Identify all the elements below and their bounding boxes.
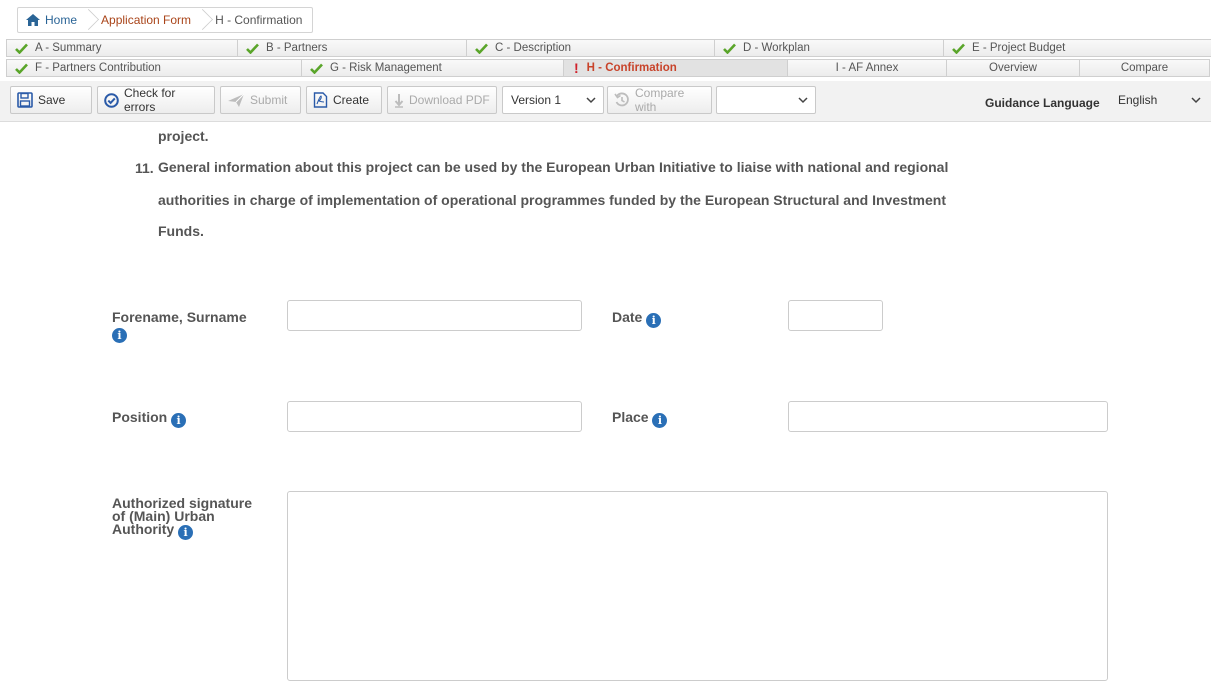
tab-overview[interactable]: Overview (946, 59, 1080, 77)
save-label: Save (38, 93, 66, 107)
forename-label: Forename, Surname i (112, 310, 247, 343)
create-button[interactable]: Create (306, 86, 382, 114)
item-11-line-3: Funds. (158, 223, 204, 239)
submit-label: Submit (250, 93, 288, 107)
compare-with-label: Compare with (635, 86, 685, 114)
date-label-text: Date (612, 309, 643, 325)
place-label: Place i (612, 409, 668, 428)
tab-label: Compare (1120, 62, 1169, 74)
signature-label-line-3: Authority (112, 521, 175, 537)
guidance-language-select[interactable]: English (1109, 86, 1209, 114)
version-select[interactable]: Version 1 (502, 86, 604, 114)
tab-risk-management[interactable]: G - Risk Management (301, 59, 564, 77)
home-icon (26, 14, 40, 26)
tab-af-annex[interactable]: I - AF Annex (787, 59, 947, 77)
tab-label: G - Risk Management (330, 62, 442, 74)
breadcrumb-current-label: H - Confirmation (215, 13, 303, 27)
date-input[interactable] (788, 300, 883, 331)
chevron-down-icon (798, 97, 808, 104)
tab-label: Overview (989, 62, 1037, 74)
forename-label-text: Forename, Surname (112, 309, 247, 325)
chevron-down-icon (586, 97, 596, 104)
history-icon (614, 92, 629, 107)
guidance-language-value: English (1118, 93, 1158, 107)
tab-label: H - Confirmation (586, 62, 677, 74)
place-label-text: Place (612, 409, 649, 425)
tab-summary[interactable]: A - Summary (6, 39, 238, 57)
tab-partners-contribution[interactable]: F - Partners Contribution (6, 59, 302, 77)
tab-compare[interactable]: Compare (1079, 59, 1210, 77)
breadcrumb-separator (195, 8, 207, 32)
check-icon (15, 63, 28, 74)
tab-label: F - Partners Contribution (35, 62, 161, 74)
save-button[interactable]: Save (10, 86, 92, 114)
breadcrumb-home-label: Home (45, 13, 78, 27)
submit-button[interactable]: Submit (220, 86, 301, 114)
download-icon (394, 93, 404, 108)
check-icon (475, 43, 488, 54)
check-icon (246, 43, 259, 54)
tabs-row-2: F - Partners Contribution G - Risk Manag… (6, 59, 1211, 78)
tab-label: I - AF Annex (835, 62, 899, 74)
version-select-value: Version 1 (511, 93, 562, 107)
date-label: Date i (612, 309, 662, 328)
tab-description[interactable]: C - Description (466, 39, 715, 57)
item-11-line-2: authorities in charge of implementation … (158, 192, 946, 208)
breadcrumb-current: H - Confirmation (207, 8, 312, 32)
toolbar: Save Check for errors Submit Create Down… (0, 81, 1211, 122)
compare-version-select[interactable] (716, 86, 816, 114)
info-icon[interactable]: i (652, 413, 668, 428)
pdf-icon (313, 92, 328, 108)
item-number: 11. (135, 160, 154, 176)
exclamation-icon: ! (574, 60, 579, 76)
position-input[interactable] (287, 401, 582, 432)
signature-textarea[interactable] (287, 491, 1108, 681)
tab-label: D - Workplan (743, 42, 810, 54)
compare-with-button[interactable]: Compare with (607, 86, 712, 114)
create-label: Create (333, 93, 370, 107)
info-icon[interactable]: i (171, 413, 187, 428)
check-icon (723, 43, 736, 54)
item-11-line-1: General information about this project c… (158, 159, 949, 175)
info-icon[interactable]: i (178, 525, 194, 540)
info-icon[interactable]: i (646, 313, 662, 328)
tab-label: A - Summary (35, 42, 102, 54)
download-pdf-button[interactable]: Download PDF (387, 86, 497, 114)
previous-item-text: project. (158, 128, 209, 144)
breadcrumb-application-form-label: Application Form (101, 13, 192, 27)
check-errors-button[interactable]: Check for errors (97, 86, 215, 114)
check-circle-icon (104, 92, 119, 108)
tab-confirmation[interactable]: ! H - Confirmation (563, 59, 788, 77)
signature-label: Authorized signature of (Main) Urban Aut… (112, 496, 252, 540)
check-icon (310, 63, 323, 74)
breadcrumb-application-form[interactable]: Application Form (93, 8, 195, 32)
tab-label: C - Description (495, 42, 572, 54)
forename-input[interactable] (287, 300, 582, 331)
breadcrumb: Home Application Form H - Confirmation (17, 7, 314, 33)
tab-label: E - Project Budget (972, 42, 1066, 54)
tab-label: B - Partners (266, 42, 328, 54)
check-icon (15, 43, 28, 54)
breadcrumb-separator (81, 8, 93, 32)
chevron-down-icon (1191, 97, 1201, 104)
position-label-text: Position (112, 409, 168, 425)
breadcrumb-home[interactable]: Home (18, 8, 81, 32)
tab-partners[interactable]: B - Partners (237, 39, 467, 57)
download-pdf-label: Download PDF (409, 93, 490, 107)
tab-workplan[interactable]: D - Workplan (714, 39, 944, 57)
check-errors-label: Check for errors (124, 86, 176, 114)
check-icon (952, 43, 965, 54)
paper-plane-icon (228, 93, 245, 107)
info-icon[interactable]: i (112, 328, 127, 343)
guidance-language-label: Guidance Language (985, 96, 1100, 110)
save-icon (17, 92, 33, 108)
place-input[interactable] (788, 401, 1108, 432)
tab-project-budget[interactable]: E - Project Budget (943, 39, 1211, 57)
position-label: Position i (112, 409, 187, 428)
tabs-row-1: A - Summary B - Partners C - Description… (6, 39, 1211, 58)
